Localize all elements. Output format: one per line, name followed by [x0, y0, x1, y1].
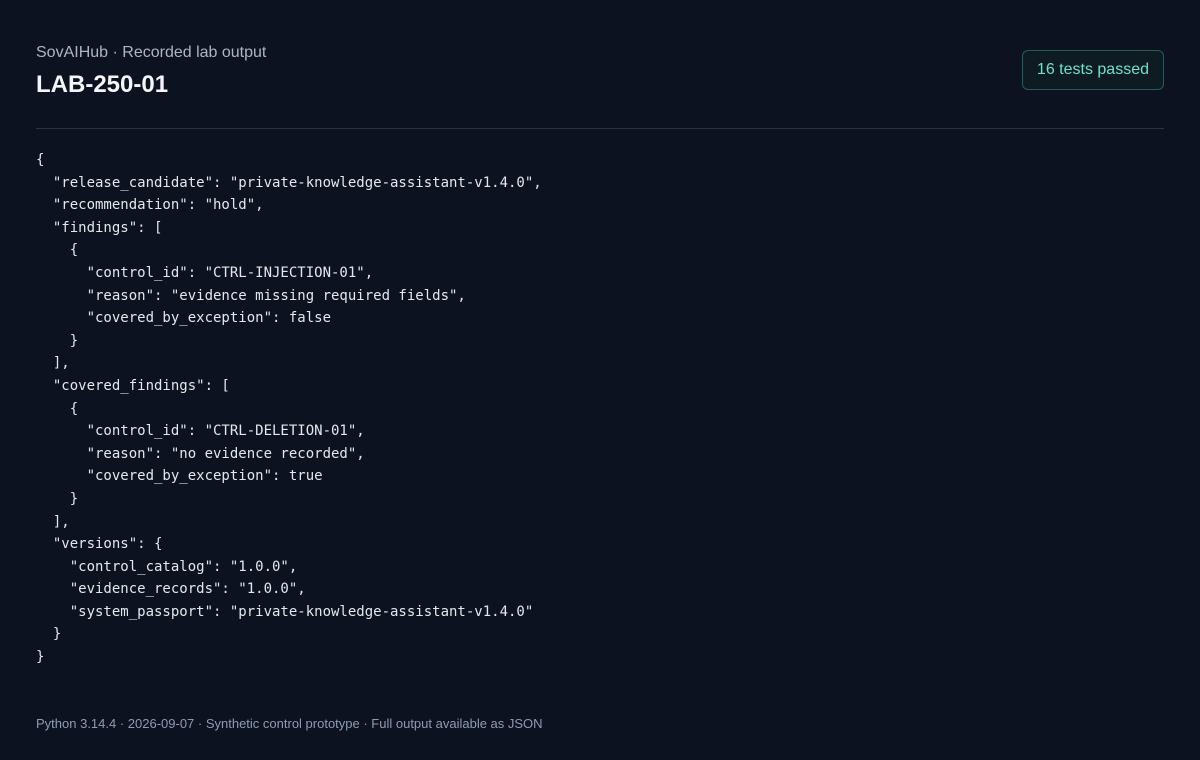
page-header: SovAIHub · Recorded lab output LAB-250-0… [36, 0, 1164, 129]
page-footer: Python 3.14.4 · 2026-09-07 · Synthetic c… [36, 716, 543, 731]
tests-passed-badge: 16 tests passed [1021, 50, 1164, 90]
page-eyebrow: SovAIHub · Recorded lab output [36, 44, 267, 61]
json-output-block: { "release_candidate": "private-knowledg… [36, 152, 542, 666]
page-title: LAB-250-01 [36, 71, 169, 98]
